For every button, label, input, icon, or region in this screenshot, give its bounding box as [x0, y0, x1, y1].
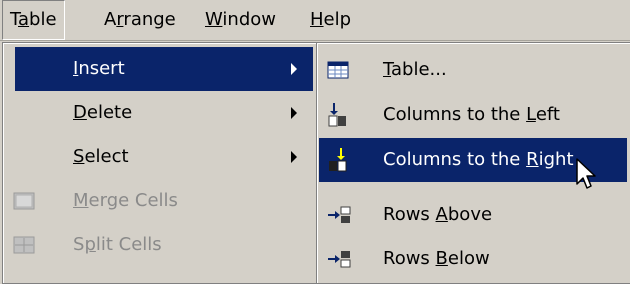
menu-help[interactable]: Help — [303, 0, 358, 40]
menu-item-insert-label: Insert — [73, 58, 125, 79]
menu-window[interactable]: Window — [198, 0, 283, 40]
submenu-arrow-icon — [291, 151, 297, 163]
insert-columns-left-icon — [328, 103, 346, 127]
menu-item-delete[interactable]: Delete — [15, 91, 313, 135]
menu-window-label: Window — [205, 9, 276, 30]
menu-item-delete-label: Delete — [73, 102, 133, 123]
mouse-cursor-icon — [576, 158, 596, 189]
menu-arrange-label: Arrange — [104, 9, 176, 30]
submenu-item-table[interactable]: Table... — [319, 48, 627, 92]
submenu-item-rows-above[interactable]: Rows Above — [319, 193, 627, 237]
submenu-arrow-icon — [291, 63, 297, 75]
submenu-arrow-icon — [291, 107, 297, 119]
submenu-item-rows-above-label: Rows Above — [383, 204, 493, 225]
menu-table-label: Table — [10, 9, 57, 30]
insert-columns-right-icon — [329, 148, 347, 172]
menu-item-select[interactable]: Select — [15, 135, 313, 179]
menu-item-merge-cells-label: Merge Cells — [73, 190, 178, 211]
submenu-item-rows-below-label: Rows Below — [383, 248, 490, 269]
menu-help-label: Help — [310, 9, 352, 30]
insert-rows-above-icon — [328, 206, 351, 223]
submenu-item-columns-right-label: Columns to the Right — [383, 149, 574, 170]
insert-rows-below-icon — [328, 251, 351, 268]
menu-arrange[interactable]: Arrange — [97, 0, 183, 40]
menu-item-split-cells[interactable]: Split Cells — [3, 223, 313, 267]
menu-table[interactable]: Table — [2, 0, 65, 40]
table-menu: Insert Delete Select Merge Cells Split C… — [2, 42, 318, 284]
submenu-item-columns-left[interactable]: Columns to the Left — [319, 93, 627, 137]
submenu-item-table-label: Table... — [383, 59, 447, 80]
menu-item-select-label: Select — [73, 146, 129, 167]
submenu-item-columns-left-label: Columns to the Left — [383, 104, 560, 125]
split-cells-icon — [13, 236, 35, 254]
merge-cells-icon — [13, 192, 35, 210]
menu-bar: Table Arrange Window Help — [0, 0, 630, 41]
insert-table-icon — [327, 61, 349, 79]
menu-item-insert[interactable]: Insert — [15, 47, 313, 91]
menu-item-split-cells-label: Split Cells — [73, 234, 162, 255]
submenu-item-rows-below[interactable]: Rows Below — [319, 237, 627, 281]
menu-item-merge-cells[interactable]: Merge Cells — [3, 179, 313, 223]
